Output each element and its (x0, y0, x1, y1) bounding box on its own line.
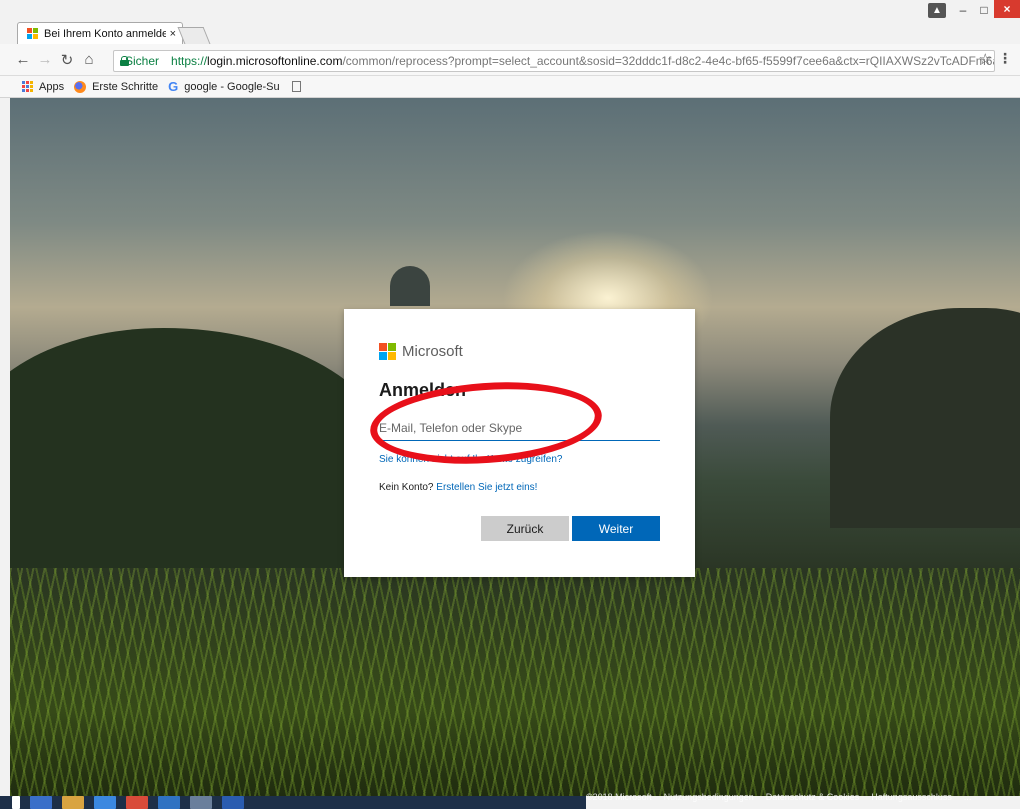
back-button[interactable]: Zurück (481, 516, 569, 541)
microsoft-logo: Microsoft (379, 343, 660, 360)
new-tab-button[interactable] (177, 27, 211, 44)
url-protocol: https:// (171, 54, 208, 68)
file-explorer-icon[interactable] (62, 796, 84, 809)
terms-link[interactable]: Nutzungsbedingungen (664, 792, 754, 802)
sign-in-dialog: Microsoft Anmelden Sie können nicht auf … (344, 309, 695, 577)
no-account-row: Kein Konto? Erstellen Sie jetzt eins! (379, 482, 660, 493)
bookmark-label: google - Google-Su (184, 80, 280, 93)
page-footer: ©2018 Microsoft Nutzungsbedingungen Date… (586, 789, 1020, 805)
tab-close-icon[interactable]: × (170, 28, 176, 40)
chrome-icon[interactable] (126, 796, 148, 809)
browser-titlebar: Bei Ihrem Konto anmelde × ▲ – □ × (0, 0, 1020, 44)
bookmark-star-icon[interactable]: ☆ (979, 50, 992, 68)
maximize-icon[interactable]: □ (974, 0, 994, 20)
forward-arrow-icon[interactable]: → (34, 49, 56, 71)
more-options-icon[interactable]: ... (964, 792, 972, 802)
bookmark-page[interactable] (290, 81, 301, 92)
url-path: /common/reprocess?prompt=select_account&… (342, 54, 995, 68)
back-arrow-icon[interactable]: ← (12, 49, 34, 71)
bookmarks-bar: Apps Erste Schritte G google - Google-Su (0, 76, 1020, 98)
copyright-text: ©2018 Microsoft (586, 792, 652, 802)
dialog-buttons: Zurück Weiter (481, 516, 660, 541)
bookmark-label: Erste Schritte (92, 80, 159, 93)
close-window-icon[interactable]: × (994, 0, 1020, 18)
url-host: login.microsoftonline.com (207, 54, 343, 68)
sugarloaf-peak (390, 266, 430, 306)
google-icon: G (168, 79, 179, 94)
firefox-icon (74, 80, 87, 93)
bookmark-label: Apps (39, 80, 65, 93)
outlook-icon[interactable] (158, 796, 180, 809)
apps-icon (22, 81, 33, 92)
bookmark-google[interactable]: G google - Google-Su (168, 79, 280, 94)
microsoft-logo-icon (379, 343, 396, 360)
tab-title: Bei Ihrem Konto anmelde (44, 27, 166, 40)
reload-icon[interactable]: ↻ (56, 49, 78, 71)
create-account-link[interactable]: Erstellen Sie jetzt eins! (436, 482, 537, 493)
foreground-grass (10, 568, 1020, 796)
browser-menu-icon[interactable]: ⋮ (998, 50, 1012, 67)
address-bar[interactable]: Sicher https:// login.microsoftonline.co… (113, 50, 995, 72)
bookmark-apps[interactable]: Apps (22, 81, 64, 93)
microsoft-favicon-icon (27, 28, 38, 39)
start-icon[interactable] (12, 796, 20, 809)
word-icon[interactable] (222, 796, 244, 809)
home-icon[interactable]: ⌂ (78, 49, 100, 71)
minimize-icon[interactable]: – (953, 0, 973, 20)
next-button[interactable]: Weiter (572, 516, 660, 541)
imprint-link[interactable]: Haftungsausschluss (871, 792, 952, 802)
cant-access-account-link[interactable]: Sie können nicht auf Ihr Konto zugreifen… (379, 454, 660, 465)
browser-tab[interactable]: Bei Ihrem Konto anmelde × (17, 22, 183, 44)
user-profile-icon[interactable]: ▲ (928, 3, 946, 18)
windows-taskbar (0, 796, 586, 809)
taskbar-app-icon[interactable] (30, 796, 52, 809)
page-title: Anmelden (379, 380, 467, 400)
email-field[interactable] (379, 415, 660, 440)
mountain-left (10, 328, 390, 568)
no-account-text: Kein Konto? (379, 482, 434, 493)
bookmark-erste-schritte[interactable]: Erste Schritte (74, 80, 159, 93)
browser-toolbar: ← → ↻ ⌂ Sicher https:// login.microsofto… (0, 44, 1020, 76)
brand-name: Microsoft (402, 343, 463, 360)
page-icon (291, 81, 301, 92)
mountain-right (830, 308, 1020, 528)
secure-label: Sicher (125, 54, 160, 68)
privacy-link[interactable]: Datenschutz & Cookies (766, 792, 860, 802)
internet-explorer-icon[interactable] (94, 796, 116, 809)
email-field-wrapper (379, 415, 660, 441)
chrome-window-icon[interactable] (190, 796, 212, 809)
